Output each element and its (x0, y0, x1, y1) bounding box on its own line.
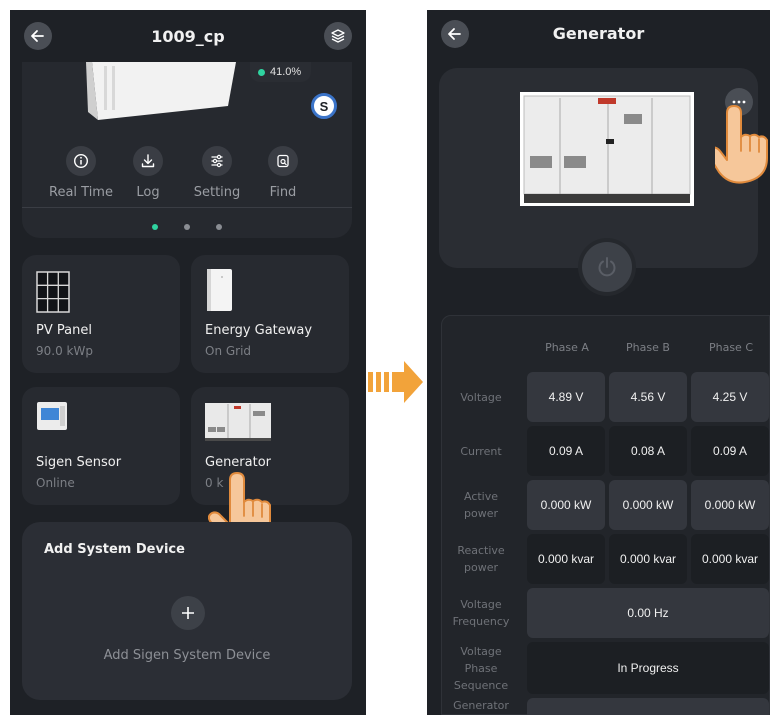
quick-actions: Real Time Log Setting Find (22, 146, 352, 200)
log-label: Log (136, 185, 160, 200)
more-dots-icon (732, 100, 746, 104)
column-header: Phase A (545, 341, 589, 354)
page-title: Generator (552, 23, 645, 43)
device-status: Online (36, 476, 75, 490)
row-label: Reactive power (457, 544, 505, 574)
row-label: Active power (463, 490, 499, 520)
setting-label: Setting (193, 185, 241, 200)
tap-hand-icon (715, 105, 768, 184)
generator-icon (205, 403, 271, 441)
page-dot-2[interactable] (184, 224, 190, 230)
find-label: Find (269, 185, 297, 200)
row-label: Voltage (460, 390, 502, 404)
download-icon (141, 154, 155, 168)
add-device-label[interactable]: Add Sigen System Device (22, 648, 352, 663)
arrow-left-icon (448, 28, 461, 40)
back-button[interactable] (441, 20, 469, 48)
setting-button[interactable]: Setting (184, 146, 250, 200)
table-cell: 0.08 A (609, 426, 687, 476)
page-indicator (22, 224, 352, 230)
add-system-device-card: Add System Device Add Sigen System Devic… (22, 522, 352, 700)
plant-overview-screen: 1009_cp 41.0% S Real Time Log Setting Fi… (10, 10, 366, 715)
hero-divider (22, 207, 352, 208)
pv-panel-icon (36, 271, 70, 313)
screenshot-stage: 1009_cp 41.0% S Real Time Log Setting Fi… (0, 0, 770, 715)
generator-detail-screen: Generator Phase A Phase B Phase C Voltag… (427, 10, 770, 715)
sliders-icon (211, 154, 223, 168)
device-name: Generator (205, 455, 272, 470)
device-name: Sigen Sensor (36, 455, 122, 470)
table-cell: In Progress (527, 642, 769, 694)
device-status: 90.0 kWp (36, 344, 93, 358)
battery-percent-badge: 41.0% (250, 62, 312, 82)
table-cell: 0.000 kvar (527, 534, 605, 584)
plus-icon (182, 607, 194, 619)
power-icon (598, 257, 616, 277)
table-cell: 0.09 A (691, 426, 769, 476)
page-dot-3[interactable] (216, 224, 222, 230)
brand-badge[interactable]: S (311, 93, 337, 119)
top-bar: Generator (427, 10, 770, 62)
status-dot (258, 68, 265, 76)
table-cell: 0.09 A (527, 426, 605, 476)
power-button[interactable] (582, 242, 632, 292)
table-cell: 0.000 kvar (609, 534, 687, 584)
table-cell: Open (527, 698, 769, 715)
column-header: Phase C (708, 341, 754, 354)
add-device-title: Add System Device (44, 542, 185, 557)
row-label: Generator Side (453, 699, 509, 712)
row-label: Voltage Frequency (452, 598, 510, 628)
row-label: Current (460, 444, 502, 458)
layers-button[interactable] (324, 22, 352, 50)
device-card-energy-gateway[interactable]: Energy Gateway On Grid (191, 255, 349, 373)
table-cell: 0.000 kvar (691, 534, 769, 584)
back-button[interactable] (24, 22, 52, 50)
table-cell: 0.00 Hz (527, 588, 769, 638)
device-name: PV Panel (36, 323, 92, 338)
page-dot-1[interactable] (152, 224, 158, 230)
arrow-left-icon (31, 30, 44, 42)
system-hero-card: 41.0% S Real Time Log Setting Find (22, 62, 352, 238)
add-device-button[interactable] (171, 596, 205, 630)
generator-image-card (439, 68, 758, 268)
column-header: Phase B (626, 341, 670, 354)
phase-data-table: Phase A Phase B Phase C Voltage 4.89 V 4… (441, 315, 770, 715)
page-title: 1009_cp (151, 26, 225, 46)
log-button[interactable]: Log (115, 146, 181, 200)
device-card-pv-panel[interactable]: PV Panel 90.0 kWp (22, 255, 180, 373)
row-label: Voltage Phase Sequence (453, 644, 509, 692)
gateway-icon (207, 269, 232, 311)
battery-percent: 41.0% (270, 66, 302, 78)
generator-image (520, 92, 694, 206)
inverter-image (86, 62, 236, 120)
device-name: Energy Gateway (205, 323, 313, 338)
sensor-icon (37, 402, 67, 430)
top-bar: 1009_cp (10, 10, 366, 62)
locate-icon (277, 154, 289, 168)
table-cell: 0.000 kW (609, 480, 687, 530)
layers-icon (331, 29, 345, 43)
table-cell: 4.25 V (691, 372, 769, 422)
table-cell: 0.000 kW (691, 480, 769, 530)
device-status: On Grid (205, 344, 252, 358)
table-cell: 4.56 V (609, 372, 687, 422)
info-icon (73, 153, 89, 169)
table-cell: 4.89 V (527, 372, 605, 422)
transition-arrow-icon (368, 361, 423, 403)
find-button[interactable]: Find (250, 146, 316, 200)
device-card-sigen-sensor[interactable]: Sigen Sensor Online (22, 387, 180, 505)
table-cell: 0.000 kW (527, 480, 605, 530)
real-time-label: Real Time (49, 185, 113, 200)
real-time-button[interactable]: Real Time (48, 146, 114, 200)
